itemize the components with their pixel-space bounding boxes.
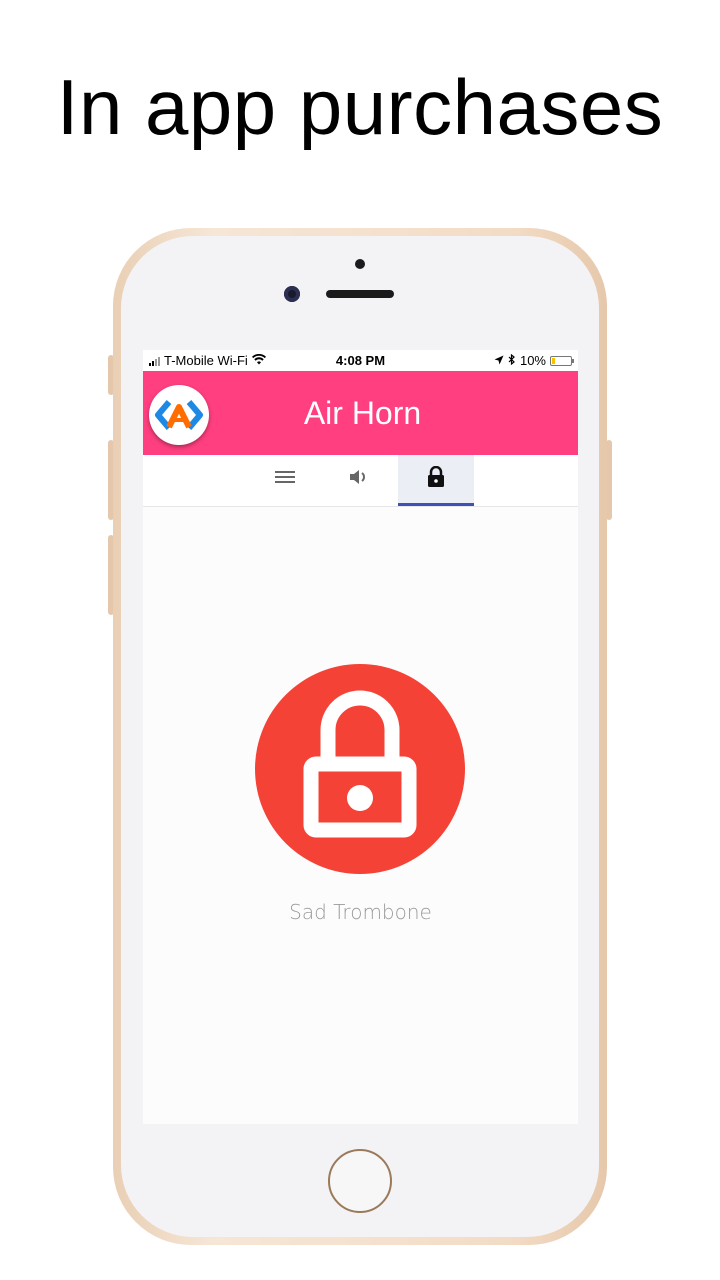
- lock-icon: [303, 690, 417, 838]
- status-bar: T-Mobile Wi-Fi 4:08 PM 10%: [143, 350, 578, 371]
- battery-icon: [550, 355, 574, 366]
- purchase-content: Sad Trombone: [143, 507, 578, 1124]
- locked-sound-button[interactable]: [255, 664, 465, 874]
- headline: In app purchases: [56, 63, 664, 151]
- home-button[interactable]: [328, 1149, 392, 1213]
- menu-icon: [275, 470, 295, 489]
- front-camera: [284, 286, 300, 302]
- tab-purchases[interactable]: [398, 455, 474, 506]
- earpiece-speaker: [326, 290, 394, 298]
- bluetooth-icon: [508, 353, 516, 368]
- sound-label: Sad Trombone: [289, 900, 432, 924]
- app-bar: Air Horn: [143, 371, 578, 455]
- app-screen: T-Mobile Wi-Fi 4:08 PM 10% Air Horn Sad …: [143, 350, 578, 1124]
- app-title: Air Horn: [303, 395, 422, 431]
- proximity-sensor: [355, 259, 365, 269]
- location-icon: [494, 353, 504, 368]
- battery-percent: 10%: [519, 353, 546, 368]
- tab-sounds[interactable]: [322, 455, 398, 503]
- tab-bar: [143, 455, 578, 507]
- volume-icon: [349, 468, 371, 491]
- tab-menu[interactable]: [247, 455, 323, 503]
- lock-icon: [427, 465, 445, 493]
